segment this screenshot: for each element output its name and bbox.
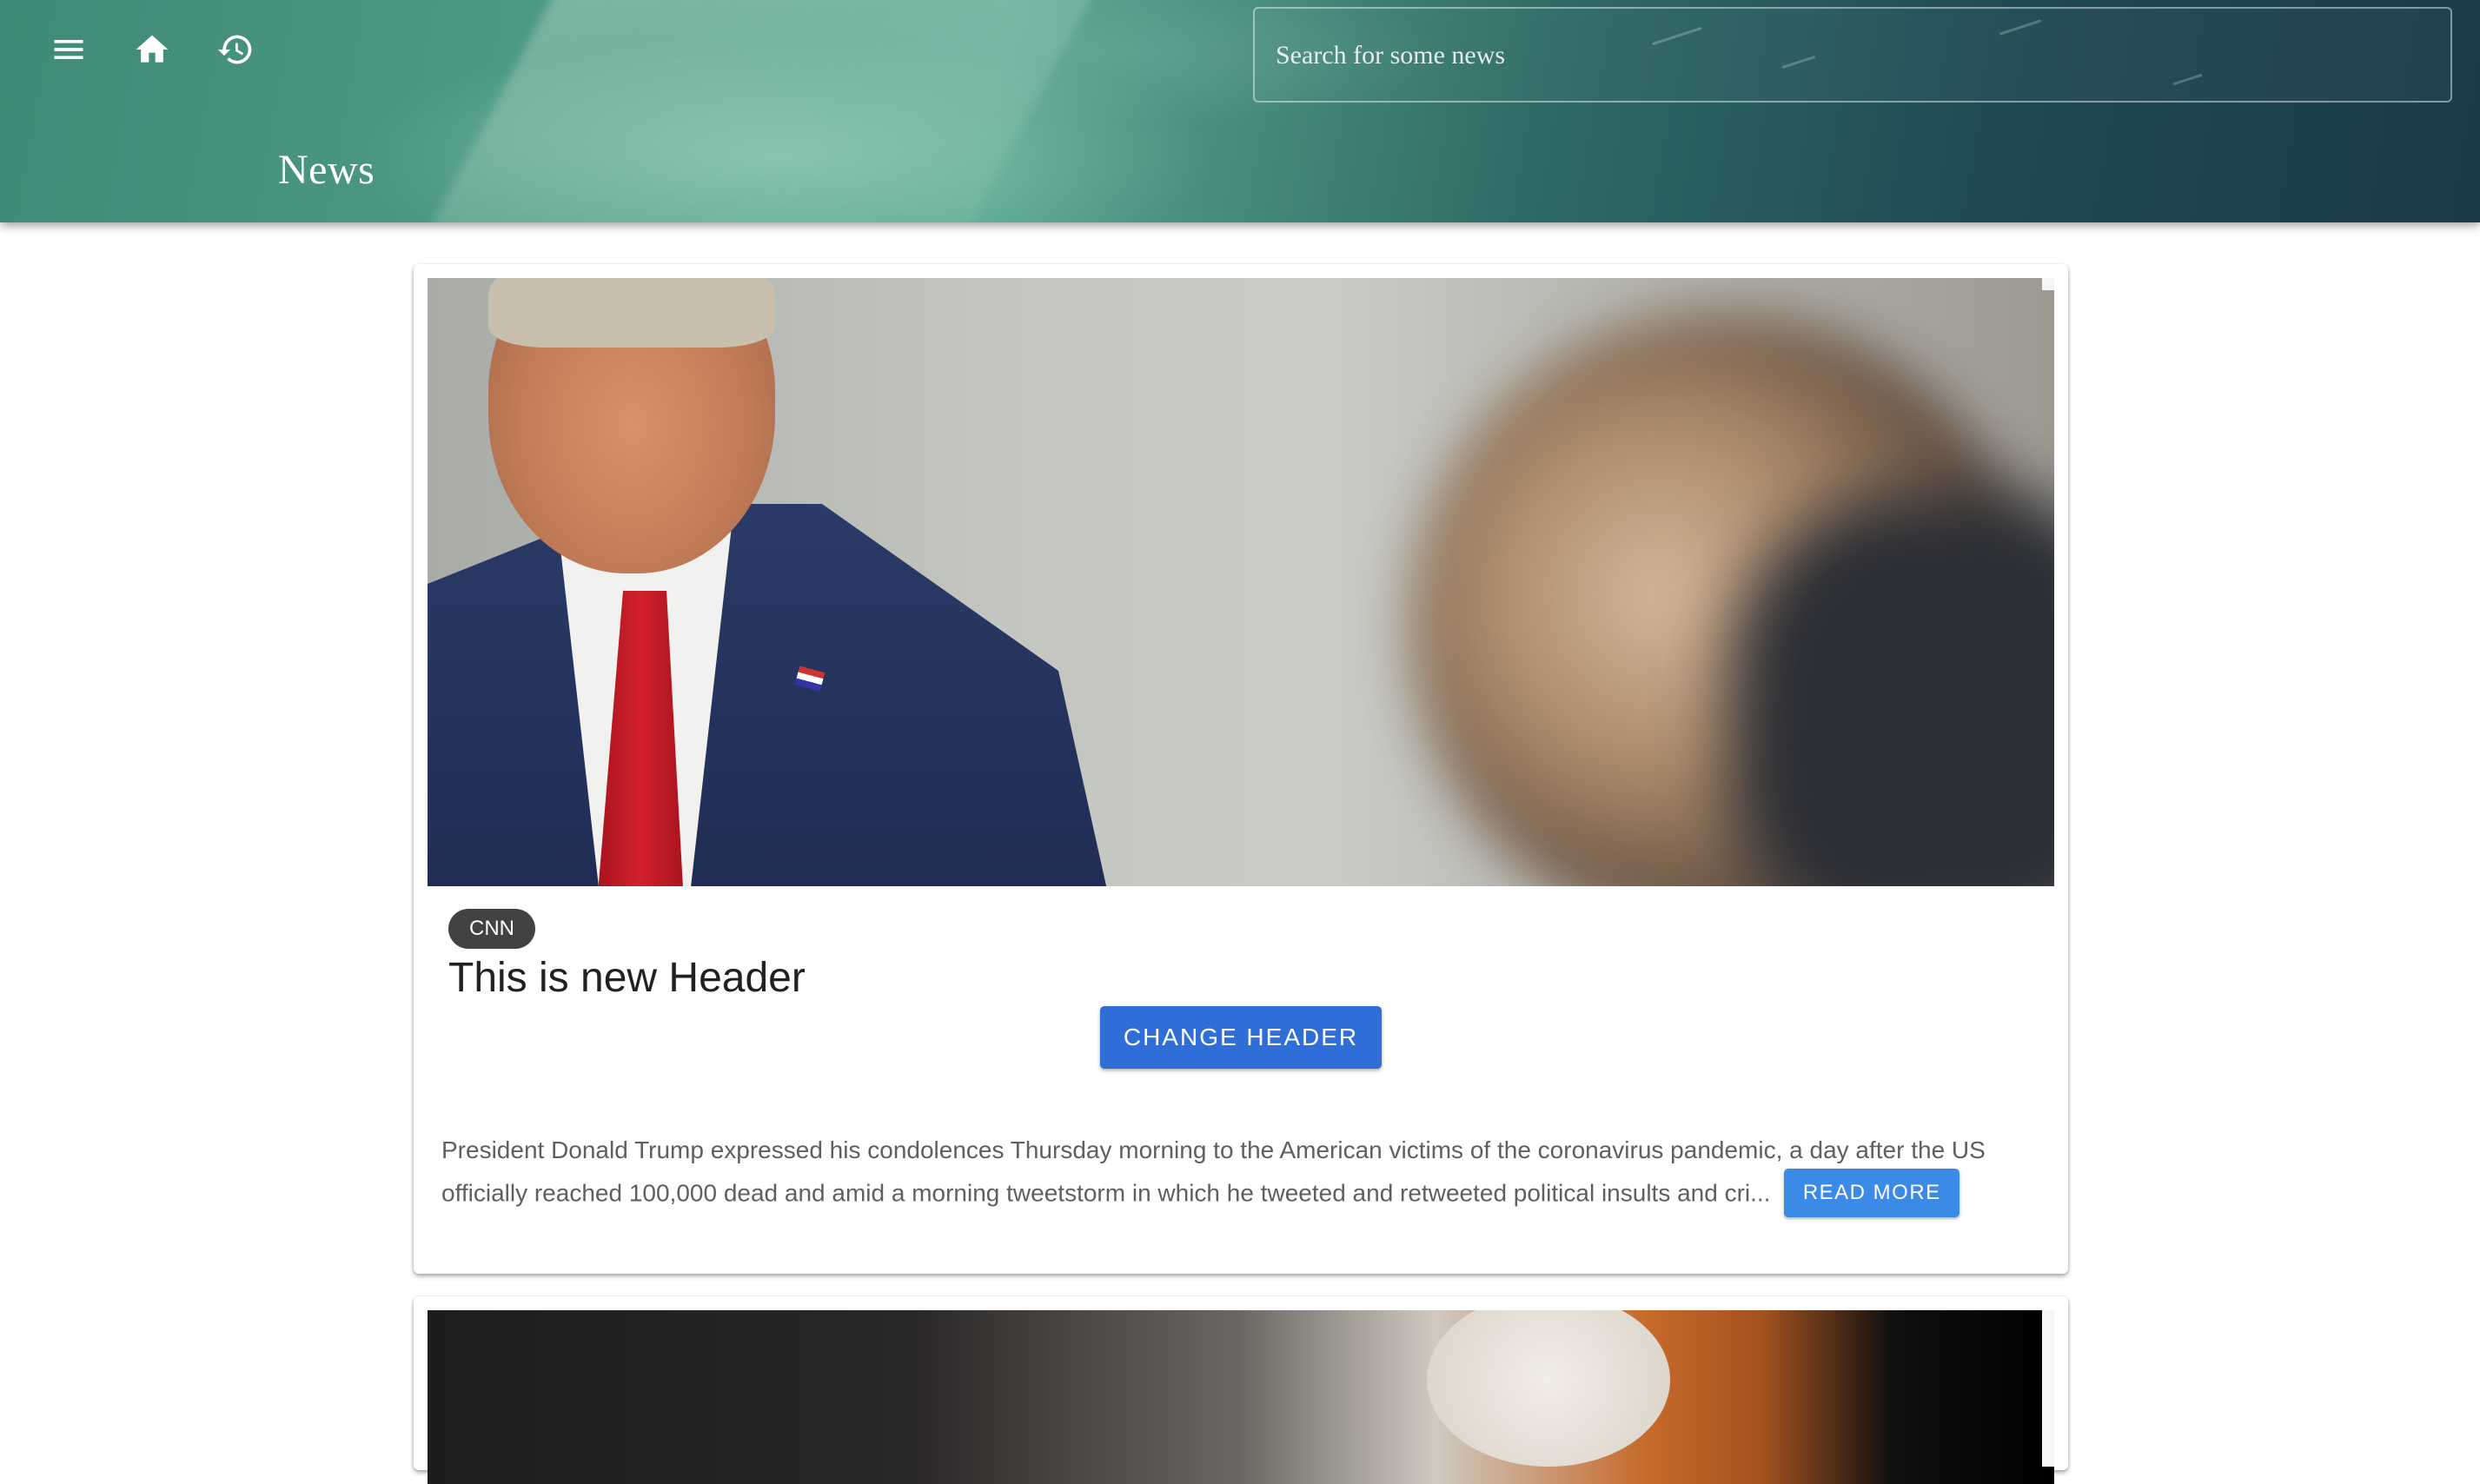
photo-hair: [488, 278, 775, 348]
page-title: News: [278, 147, 375, 193]
source-chip[interactable]: CNN: [448, 909, 535, 949]
article-image[interactable]: [428, 278, 2054, 886]
photo-background: [428, 1310, 2054, 1484]
search-field[interactable]: [1253, 7, 2452, 103]
search-input[interactable]: [1274, 9, 2424, 103]
article-card: [414, 264, 2068, 1274]
article-title: This is new Header: [448, 955, 806, 1001]
read-more-button[interactable]: READ MORE: [1784, 1169, 1960, 1217]
menu-button[interactable]: [38, 19, 99, 80]
photo-credit-strip: [2042, 1310, 2054, 1467]
app-bar: News: [0, 0, 2480, 222]
history-button[interactable]: [205, 19, 266, 80]
home-icon: [136, 35, 169, 63]
photo-credit-strip: [2042, 278, 2054, 290]
header-background-road: [403, 0, 1109, 222]
home-button[interactable]: [122, 19, 182, 80]
menu-icon: [54, 40, 83, 59]
article-card: [414, 1296, 2068, 1484]
change-header-button[interactable]: CHANGE HEADER: [1100, 1006, 1382, 1069]
history-icon: [217, 35, 252, 64]
article-description-text: President Donald Trump expressed his con…: [441, 1136, 1986, 1207]
article-description: President Donald Trump expressed his con…: [441, 1130, 2040, 1219]
photo-blurred-shoulder: [1731, 495, 2054, 886]
article-image[interactable]: [428, 1310, 2054, 1484]
